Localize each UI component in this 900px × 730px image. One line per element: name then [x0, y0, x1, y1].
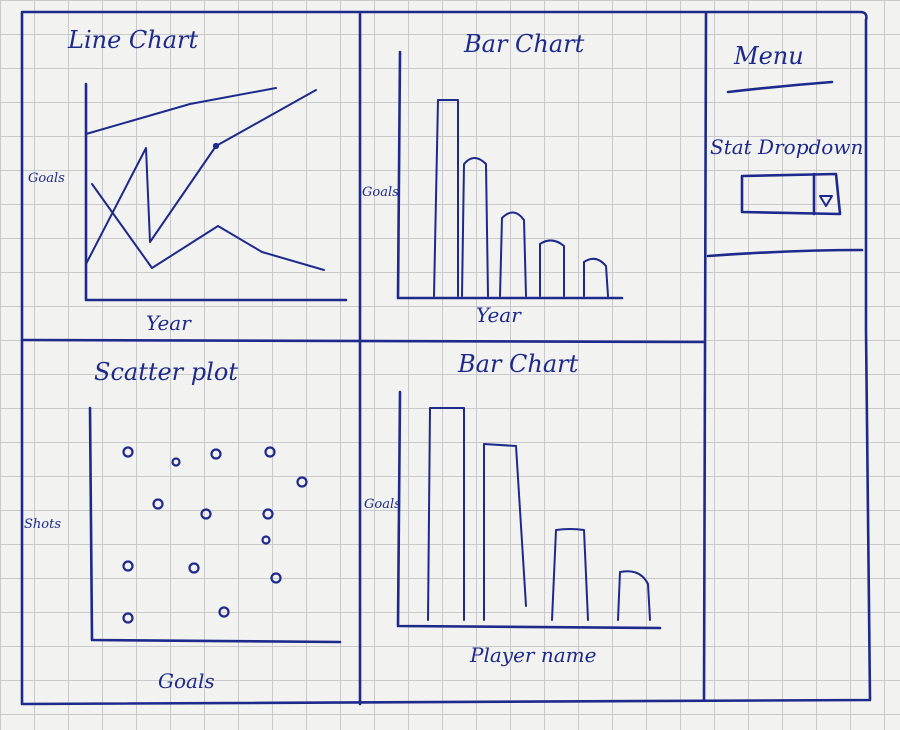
line-chart-axes — [84, 82, 348, 302]
bar-chart-bottom-y-label: Goals — [364, 497, 401, 512]
scatter-point — [188, 562, 200, 574]
menu-title-underline — [726, 80, 834, 94]
bar — [551, 528, 589, 621]
scatter-plot-axes — [88, 406, 342, 644]
bar-chart-bottom-panel: Bar Chart Goals Player name — [364, 350, 662, 667]
chevron-down-icon[interactable] — [819, 195, 833, 207]
bar — [433, 99, 459, 297]
bar — [461, 157, 489, 297]
bar-chart-top-panel: Bar Chart Goals Year — [362, 30, 624, 327]
scatter-point — [122, 612, 134, 624]
scatter-plot-y-label: Shots — [24, 517, 61, 532]
scatter-point — [171, 457, 181, 467]
bar — [539, 239, 565, 297]
menu-separator — [706, 248, 864, 258]
scatter-point — [270, 572, 282, 584]
bar-chart-bottom-axes — [396, 390, 662, 630]
bar-chart-bottom-title: Bar Chart — [457, 350, 579, 378]
scatter-point — [122, 446, 134, 458]
line-chart-title: Line Chart — [67, 26, 199, 54]
line-chart-x-label: Year — [146, 311, 192, 335]
wireframe-sketch: Line Chart Goals Year Bar Chart Goals Ye… — [20, 10, 872, 706]
scatter-plot-panel: Scatter plot Shots Goals — [24, 358, 342, 693]
line-chart-panel: Line Chart Goals Year — [28, 26, 348, 335]
menu-panel: Menu Stat Dropdown — [706, 42, 864, 258]
scatter-point — [262, 508, 274, 520]
bar-chart-top-x-label: Year — [476, 303, 522, 327]
scatter-plot-x-label: Goals — [158, 669, 215, 693]
bar-chart-top-title: Bar Chart — [463, 30, 585, 58]
line-chart-series-1 — [85, 87, 277, 135]
dropdown-label: Stat Dropdown — [710, 135, 863, 159]
vertical-divider-right — [702, 12, 708, 702]
menu-title: Menu — [733, 42, 804, 70]
scatter-point — [296, 476, 308, 488]
scatter-point — [218, 606, 230, 618]
bar — [483, 443, 527, 621]
bar-chart-bottom-x-label: Player name — [469, 643, 596, 667]
bar — [617, 570, 651, 621]
scatter-point — [122, 560, 134, 572]
scatter-point — [261, 535, 271, 545]
scatter-point — [264, 446, 276, 458]
bar — [427, 407, 465, 621]
horizontal-divider — [20, 338, 706, 344]
scatter-point — [210, 448, 222, 460]
bar — [583, 257, 609, 297]
line-chart-y-label: Goals — [28, 171, 65, 186]
bar — [499, 211, 527, 297]
scatter-point — [200, 508, 212, 520]
line-chart-series-3 — [91, 183, 325, 271]
scatter-point — [152, 498, 164, 510]
stat-dropdown[interactable] — [740, 172, 842, 216]
scatter-plot-title: Scatter plot — [94, 358, 238, 386]
bar-chart-top-axes — [396, 50, 624, 300]
bar-chart-top-y-label: Goals — [362, 185, 399, 200]
